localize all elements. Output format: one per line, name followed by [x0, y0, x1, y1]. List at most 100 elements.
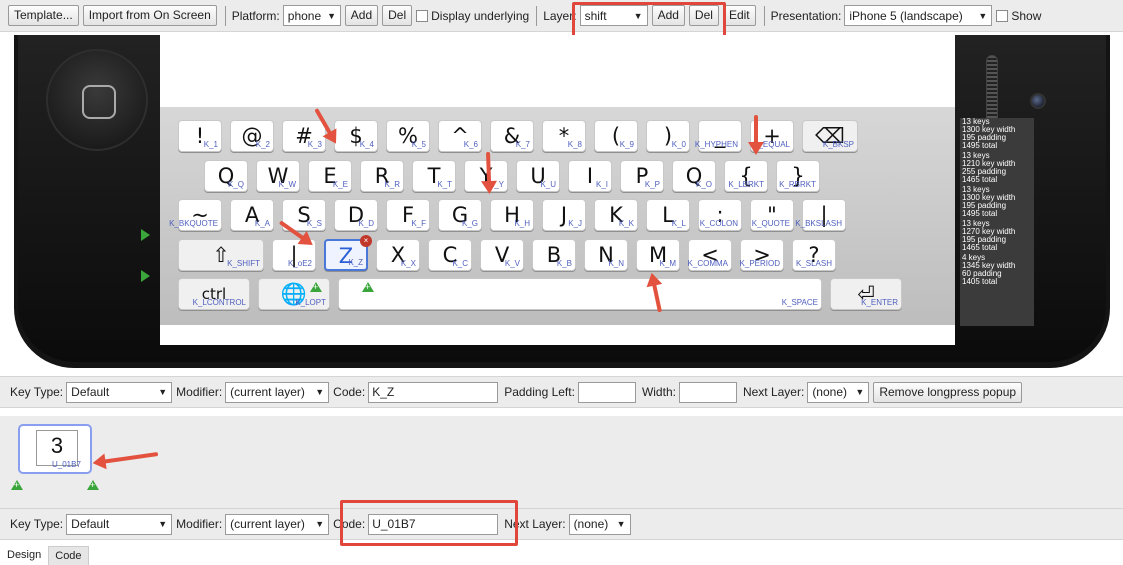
key-k-2[interactable]: @ K_2	[230, 120, 274, 152]
key-k-quote[interactable]: " K_QUOTE	[750, 199, 794, 231]
key-k-c[interactable]: C K_C	[428, 239, 472, 271]
presentation-select[interactable]: iPhone 5 (landscape) ▼	[844, 5, 993, 26]
platform-add-button[interactable]: Add	[344, 5, 379, 26]
toolbar-separator	[224, 5, 226, 26]
popup-key[interactable]: 3 U_01B7	[18, 424, 92, 474]
key-k-f[interactable]: F K_F	[386, 199, 430, 231]
layer-add-button[interactable]: Add	[651, 5, 685, 26]
key-k-w[interactable]: W K_W	[256, 160, 300, 192]
import-from-on-screen-button[interactable]: Import from On Screen	[82, 5, 217, 26]
key-type-select[interactable]: Default ▼	[66, 381, 173, 403]
key-k-8[interactable]: * K_8	[542, 120, 586, 152]
key-k-o[interactable]: Q K_O	[672, 160, 716, 192]
key-k-bkquote[interactable]: ~ K_BKQUOTE	[169, 199, 222, 231]
next-layer-select[interactable]: (none) ▼	[807, 381, 870, 403]
key-code: K_P	[644, 180, 660, 189]
key-k-p[interactable]: P K_P	[620, 160, 664, 192]
key-k-bksp[interactable]: ⌫ K_BKSP	[802, 120, 858, 152]
key-code: K_8	[567, 140, 582, 149]
key-type-value: Default	[71, 385, 110, 399]
key-k-lcontrol[interactable]: ctrl K_LCONTROL	[178, 278, 250, 310]
key-k-enter[interactable]: ⏎ K_ENTER	[830, 278, 902, 310]
key-k-5[interactable]: % K_5	[386, 120, 430, 152]
padding-left-input[interactable]	[577, 381, 636, 403]
key-k-3[interactable]: # K_3	[282, 120, 326, 152]
row-marker-icon[interactable]	[141, 229, 150, 241]
layer-select[interactable]: shift ▼	[579, 5, 648, 26]
key-k-i[interactable]: I K_I	[568, 160, 612, 192]
key-k-g[interactable]: G K_G	[438, 199, 482, 231]
key-code: K_9	[619, 140, 634, 149]
key-k-9[interactable]: (K_9	[594, 120, 638, 152]
platform-select[interactable]: phone ▼	[282, 5, 341, 26]
popup-modifier-value: (current layer)	[230, 517, 305, 531]
presentation-label: Presentation:	[770, 8, 842, 23]
key-code: K_COLON	[699, 219, 738, 228]
key-k-hyphen[interactable]: _ K_HYPHEN	[695, 120, 742, 152]
add-key-right-icon[interactable]	[362, 282, 374, 292]
modifier-value: (current layer)	[230, 385, 305, 399]
show-checkbox[interactable]	[996, 9, 1009, 22]
key-k-r[interactable]: R K_R	[360, 160, 404, 192]
key-k-e[interactable]: E K_E	[308, 160, 352, 192]
key-k-n[interactable]: N K_N	[584, 239, 628, 271]
add-popup-left-icon[interactable]	[11, 480, 23, 490]
popup-next-layer-select[interactable]: (none) ▼	[568, 513, 631, 535]
code-input[interactable]: K_Z	[368, 381, 499, 403]
popup-key-type-select[interactable]: Default ▼	[66, 513, 173, 535]
key-k-space[interactable]: K_SPACE	[338, 278, 822, 310]
key-code: K_6	[463, 140, 478, 149]
tab-code[interactable]: Code	[48, 546, 89, 565]
key-k-0[interactable]: ) K_0	[646, 120, 690, 152]
platform-del-button[interactable]: Del	[382, 5, 413, 26]
remove-longpress-popup-button[interactable]: Remove longpress popup	[873, 381, 1023, 403]
popup-modifier-select[interactable]: (current layer) ▼	[225, 513, 330, 535]
keyboard-layout: ! K_1 @ K_2 # K_3 $ K_4% K_5 ^ K_6 & K_7 * K_8(K_9) K_0…	[160, 107, 955, 325]
key-code: K_G	[461, 219, 478, 228]
popup-next-layer-value: (none)	[573, 517, 609, 531]
key-k-b[interactable]: B K_B	[532, 239, 576, 271]
key-k-z[interactable]: Z K_Z ×	[324, 235, 372, 271]
key-k-m[interactable]: M K_M	[636, 239, 680, 271]
key-k-a[interactable]: A K_A	[230, 199, 274, 231]
template-button[interactable]: Template...	[8, 5, 79, 26]
key-k-x[interactable]: X K_X	[376, 239, 420, 271]
add-key-left-icon[interactable]	[310, 282, 322, 292]
key-k-k[interactable]: K K_K	[594, 199, 638, 231]
key-k-j[interactable]: J K_J	[542, 199, 586, 231]
key-k-shift[interactable]: ⇧ K_SHIFT	[178, 239, 264, 271]
key-code: K_BKQUOTE	[169, 219, 218, 228]
width-input[interactable]	[678, 381, 737, 403]
key-k-1[interactable]: ! K_1	[178, 120, 222, 152]
display-underlying-checkbox[interactable]	[416, 9, 429, 22]
modifier-select[interactable]: (current layer) ▼	[225, 381, 330, 403]
row-marker-icon[interactable]	[141, 270, 150, 282]
layer-edit-button[interactable]: Edit	[722, 5, 756, 26]
tab-design[interactable]: Design	[0, 545, 49, 565]
key-code: K_7	[515, 140, 530, 149]
key-k-lbrkt[interactable]: {K_LBRKT	[724, 160, 768, 192]
key-k-h[interactable]: H K_H	[490, 199, 534, 231]
key-code: K_PERIOD	[739, 259, 780, 268]
key-k-period[interactable]: > K_PERIOD	[740, 239, 784, 271]
add-popup-right-icon[interactable]	[87, 480, 99, 490]
key-code: K_QUOTE	[751, 219, 790, 228]
delete-key-icon[interactable]: ×	[360, 235, 372, 247]
key-k-d[interactable]: D K_D	[334, 199, 378, 231]
key-code: K_H	[514, 219, 530, 228]
key-k-bkslash[interactable]: | K_BKSLASH	[795, 199, 846, 231]
key-k-q[interactable]: Q K_Q	[204, 160, 248, 192]
key-k-rbrkt[interactable]: } K_RBRKT	[776, 160, 820, 192]
key-k-t[interactable]: T K_T	[412, 160, 456, 192]
key-k-colon[interactable]: : K_COLON	[698, 199, 742, 231]
key-k-comma[interactable]: < K_COMMA	[688, 239, 732, 271]
key-k-6[interactable]: ^ K_6	[438, 120, 482, 152]
key-k-u[interactable]: U K_U	[516, 160, 560, 192]
key-k-v[interactable]: V K_V	[480, 239, 524, 271]
popup-code-input[interactable]: U_01B7	[368, 513, 499, 535]
key-k-slash[interactable]: ? K_SLASH	[792, 239, 836, 271]
key-k-l[interactable]: L K_L	[646, 199, 690, 231]
layer-del-button[interactable]: Del	[688, 5, 719, 26]
layer-value: shift	[584, 8, 607, 23]
key-k-7[interactable]: & K_7	[490, 120, 534, 152]
